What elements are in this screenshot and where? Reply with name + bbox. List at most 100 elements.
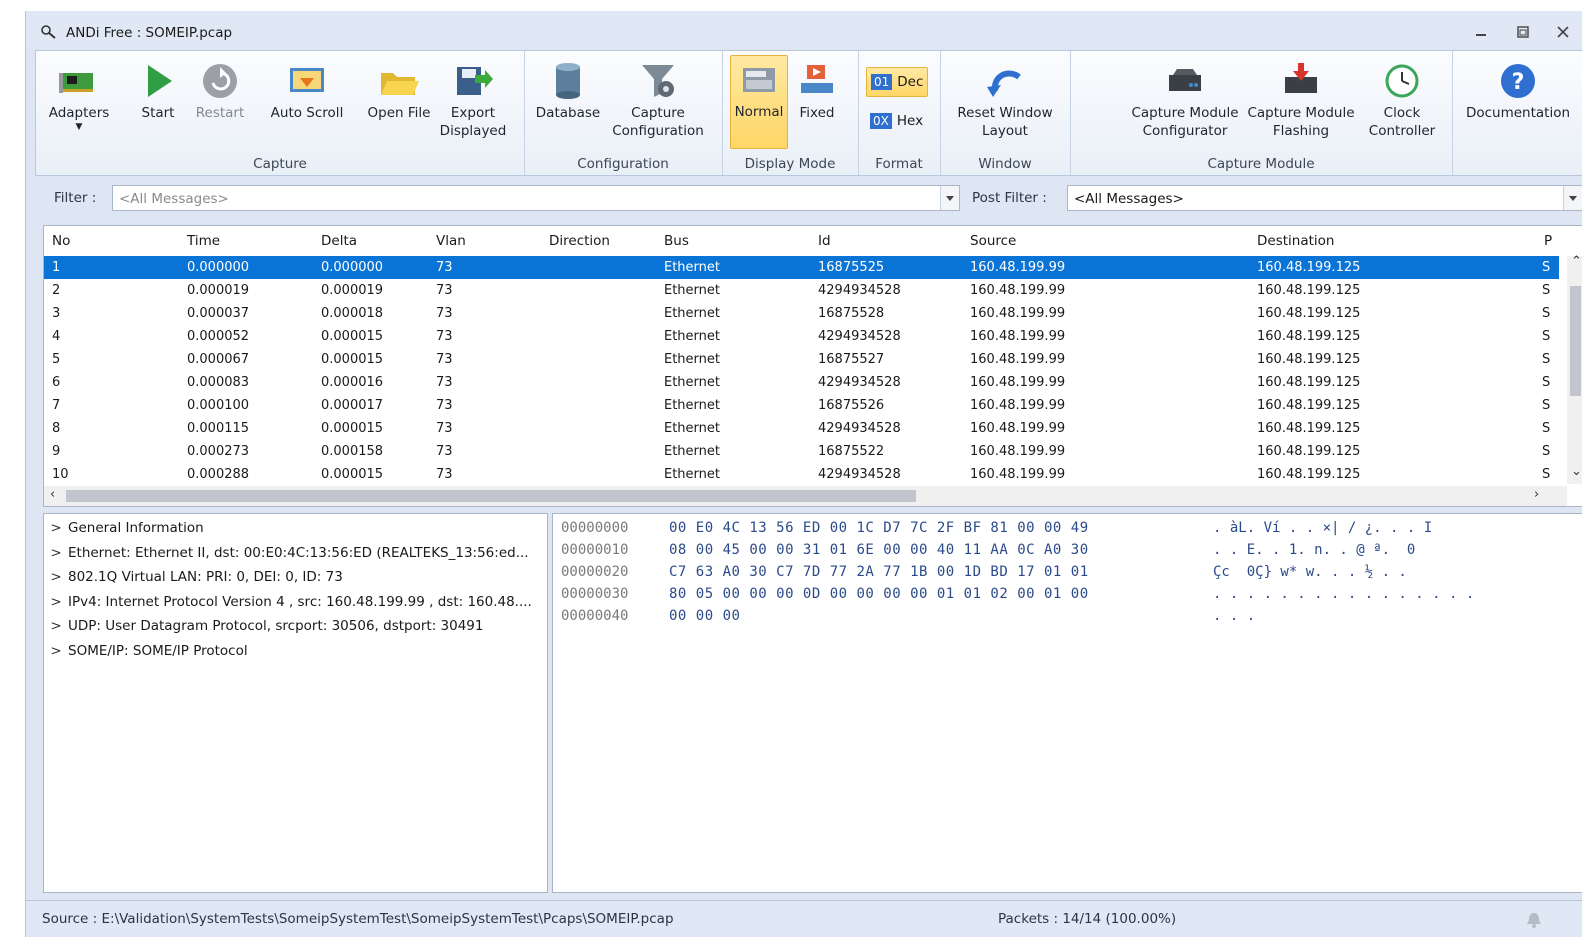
table-row[interactable]: 8 0.000115 0.000015 73 Ethernet 4294934528 160… — [44, 417, 1559, 440]
column-header-source[interactable]: Source — [964, 226, 1016, 256]
reset-window-layout-button[interactable]: Reset Window Layout — [950, 57, 1060, 153]
ribbon-group-window: Reset Window Layout Window — [940, 51, 1071, 175]
hex-bytes[interactable]: 00 E0 4C 13 56 ED 00 1C D7 7C 2F BF 81 0… — [669, 520, 1089, 536]
vertical-scrollbar[interactable]: ⌃ ⌄ — [1567, 254, 1582, 484]
horizontal-scrollbar[interactable]: ‹ › — [44, 486, 1567, 506]
hex-bytes[interactable]: 80 05 00 00 00 0D 00 00 00 00 01 01 02 0… — [669, 586, 1089, 602]
capture-configuration-button[interactable]: Capture Configuration — [606, 57, 710, 153]
column-header-time[interactable]: Time — [181, 226, 220, 256]
tree-item[interactable]: > SOME/IP: SOME/IP Protocol — [44, 639, 247, 663]
table-cell — [541, 440, 549, 463]
table-row[interactable]: 4 0.000052 0.000015 73 Ethernet 4294934528 160… — [44, 325, 1559, 348]
adapters-button[interactable]: Adapters ▼ — [40, 57, 118, 153]
vertical-scroll-thumb[interactable] — [1570, 286, 1581, 396]
hex-offset[interactable]: 00000020 — [561, 564, 628, 580]
hex-ascii[interactable]: . àL. Ví . . ×| / ¿. . . I — [1213, 520, 1432, 536]
chevron-down-icon[interactable] — [940, 186, 959, 210]
table-row[interactable]: 10 0.000288 0.000015 73 Ethernet 4294934528 16… — [44, 463, 1559, 486]
hex-ascii[interactable]: . . . — [1213, 608, 1255, 624]
table-cell: 0.000000 — [321, 260, 384, 275]
hex-offset[interactable]: 00000000 — [561, 520, 628, 536]
chevron-right-icon[interactable]: > — [44, 639, 68, 663]
table-cell: 160.48.199.99 — [970, 260, 1066, 275]
chevron-right-icon[interactable]: > — [44, 565, 68, 589]
scroll-right-icon[interactable]: › — [1534, 487, 1539, 502]
table-cell: 160.48.199.99 — [970, 329, 1066, 344]
start-button[interactable]: Start — [128, 57, 188, 153]
hex-bytes[interactable]: 00 00 00 — [669, 608, 740, 624]
clock-controller-button[interactable]: Clock Controller — [1362, 57, 1442, 153]
hex-ascii[interactable]: . . . . . . . . . . . . . . . . — [1213, 586, 1474, 602]
chevron-down-icon: ▼ — [75, 122, 83, 132]
hex-offset[interactable]: 00000010 — [561, 542, 628, 558]
hex-bytes[interactable]: 08 00 45 00 00 31 01 6E 00 00 40 11 AA 0… — [669, 542, 1089, 558]
column-header-protocol[interactable]: P — [1538, 226, 1552, 256]
table-cell: 4294934528 — [818, 283, 901, 298]
table-cell: 73 — [436, 329, 453, 344]
table-row[interactable]: 6 0.000083 0.000016 73 Ethernet 4294934528 160… — [44, 371, 1559, 394]
normal-mode-button[interactable]: Normal — [730, 55, 788, 149]
minimize-icon[interactable] — [1472, 24, 1490, 40]
scroll-down-icon[interactable]: ⌄ — [1571, 464, 1582, 479]
column-header-direction[interactable]: Direction — [543, 226, 610, 256]
capture-module-flashing-button[interactable]: Capture Module Flashing — [1246, 57, 1356, 153]
tree-item[interactable]: > General Information — [44, 516, 203, 540]
chevron-down-icon[interactable] — [1563, 186, 1582, 210]
documentation-button[interactable]: ? Documentation — [1462, 57, 1574, 153]
scroll-left-icon[interactable]: ‹ — [50, 487, 55, 502]
hex-chip: 0X — [870, 113, 892, 129]
horizontal-scroll-thumb[interactable] — [66, 490, 916, 502]
hex-ascii[interactable]: Çc 0Ç} w* w. . . ½ . . — [1213, 564, 1407, 580]
table-row[interactable]: 5 0.000067 0.000015 73 Ethernet 16875527 160.4… — [44, 348, 1559, 371]
column-header-id[interactable]: Id — [812, 226, 831, 256]
capture-module-configurator-button[interactable]: Capture Module Configurator — [1130, 57, 1240, 153]
table-cell: 73 — [436, 467, 453, 482]
table-row[interactable]: 7 0.000100 0.000017 73 Ethernet 16875526 160.4… — [44, 394, 1559, 417]
fixed-mode-button[interactable]: Fixed — [788, 57, 846, 153]
tree-item[interactable]: > UDP: User Datagram Protocol, srcport: 3… — [44, 614, 483, 638]
tree-item[interactable]: > IPv4: Internet Protocol Version 4 , src… — [44, 590, 532, 614]
hex-bytes[interactable]: C7 63 A0 30 C7 7D 77 2A 77 1B 00 1D BD 1… — [669, 564, 1089, 580]
maximize-icon[interactable] — [1514, 24, 1532, 40]
database-button[interactable]: Database — [532, 57, 604, 153]
table-cell: S — [1542, 352, 1551, 367]
open-file-button[interactable]: Open File — [364, 57, 434, 153]
table-cell: Ethernet — [664, 421, 720, 436]
chevron-right-icon[interactable]: > — [44, 590, 68, 614]
chevron-right-icon[interactable]: > — [44, 516, 68, 540]
hex-ascii[interactable]: . . E. . 1. n. . @ ª. 0 — [1213, 542, 1415, 558]
filter-combo[interactable]: <All Messages> — [112, 185, 960, 211]
column-header-no[interactable]: No — [46, 226, 70, 256]
dec-format-button[interactable]: 01 Dec — [866, 67, 929, 97]
auto-scroll-button[interactable]: Auto Scroll — [264, 57, 350, 153]
scroll-up-icon[interactable]: ⌃ — [1571, 254, 1582, 269]
notification-bell-icon[interactable] — [1526, 911, 1542, 929]
table-row[interactable]: 1 0.000000 0.000000 73 Ethernet 16875525 160.4… — [44, 256, 1559, 279]
table-row[interactable]: 9 0.000273 0.000158 73 Ethernet 16875522 160.4… — [44, 440, 1559, 463]
column-header-delta[interactable]: Delta — [315, 226, 357, 256]
table-cell: S — [1542, 467, 1551, 482]
table-row[interactable]: 3 0.000037 0.000018 73 Ethernet 16875528 160.4… — [44, 302, 1559, 325]
column-header-vlan[interactable]: Vlan — [430, 226, 466, 256]
close-icon[interactable] — [1554, 24, 1572, 40]
ribbon-group-capture-module: Capture Module Configurator Capture Modu… — [1070, 51, 1453, 175]
restart-button[interactable]: Restart — [188, 57, 252, 153]
chevron-right-icon[interactable]: > — [44, 614, 68, 638]
clock-controller-label: Clock Controller — [1368, 105, 1436, 139]
export-displayed-button[interactable]: Export Displayed — [436, 57, 510, 153]
table-row[interactable]: 2 0.000019 0.000019 73 Ethernet 4294934528 160… — [44, 279, 1559, 302]
table-cell — [541, 348, 549, 371]
hex-offset[interactable]: 00000040 — [561, 608, 628, 624]
tree-item[interactable]: >802.1Q Virtual LAN: PRI: 0, DEI: 0, ID:… — [44, 565, 342, 589]
column-header-destination[interactable]: Destination — [1251, 226, 1334, 256]
hex-format-button[interactable]: 0X Hex — [866, 107, 927, 135]
tree-item[interactable]: > Ethernet: Ethernet II, dst: 00:E0:4C:13… — [44, 541, 528, 565]
hex-offset[interactable]: 00000030 — [561, 586, 628, 602]
table-cell: 0.000115 — [187, 421, 250, 436]
flash-module-icon — [1285, 63, 1317, 93]
chevron-right-icon[interactable]: > — [44, 541, 68, 565]
table-cell: 0.000019 — [187, 283, 250, 298]
table-cell: 7 — [52, 398, 61, 413]
post-filter-combo[interactable]: <All Messages> — [1067, 185, 1582, 211]
column-header-bus[interactable]: Bus — [658, 226, 689, 256]
